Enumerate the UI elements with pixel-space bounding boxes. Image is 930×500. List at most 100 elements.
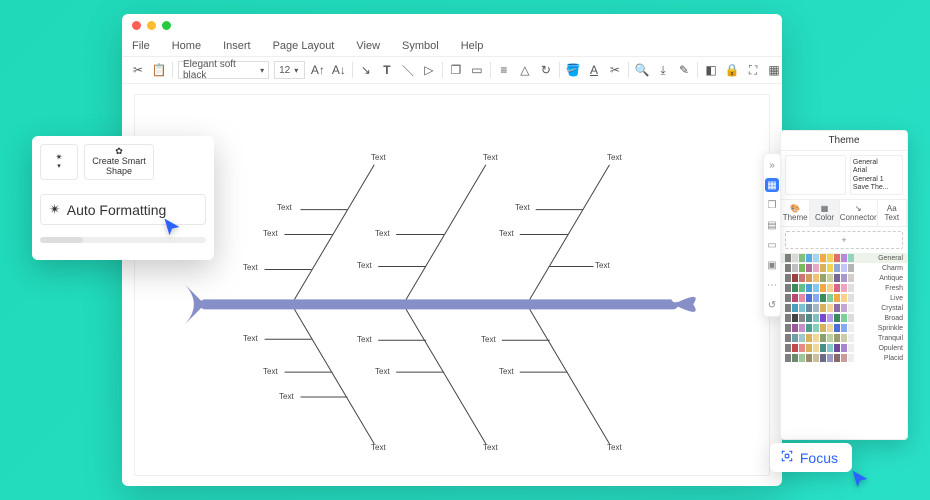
palette-row[interactable]: Sprinkle bbox=[781, 323, 907, 333]
lock-icon[interactable]: 🔒 bbox=[724, 62, 740, 79]
pen-icon[interactable]: ✎ bbox=[676, 62, 692, 79]
swatch bbox=[834, 254, 840, 262]
decrease-font-icon[interactable]: A↓ bbox=[331, 62, 347, 79]
swatch bbox=[785, 294, 791, 302]
palette-row[interactable]: Tranquil bbox=[781, 333, 907, 343]
increase-font-icon[interactable]: A↑ bbox=[310, 62, 326, 79]
menu-insert[interactable]: Insert bbox=[223, 40, 251, 52]
palette-row[interactable]: General bbox=[781, 253, 907, 263]
swatch bbox=[834, 294, 840, 302]
expand-icon[interactable]: ⛶ bbox=[745, 62, 761, 79]
swatch bbox=[806, 324, 812, 332]
text-tool-icon[interactable]: T bbox=[379, 62, 395, 79]
menu-view[interactable]: View bbox=[356, 40, 380, 52]
canvas[interactable]: Text Text Text Text Text Text Text Text … bbox=[134, 94, 770, 476]
swatch bbox=[799, 324, 805, 332]
side-tab-more[interactable]: ⋯ bbox=[765, 278, 779, 292]
side-tab-theme[interactable]: ▦ bbox=[765, 178, 779, 192]
tab-theme[interactable]: 🎨Theme bbox=[781, 199, 810, 227]
line-tool-icon[interactable]: ＼ bbox=[400, 62, 416, 79]
bone-label: Text bbox=[277, 203, 292, 212]
menu-symbol[interactable]: Symbol bbox=[402, 40, 439, 52]
palette-label: Live bbox=[890, 295, 903, 302]
bone-label: Text bbox=[499, 229, 514, 238]
paste-icon[interactable]: 📋 bbox=[151, 62, 167, 79]
side-tab-comments[interactable]: ▭ bbox=[765, 238, 779, 252]
zoom-icon[interactable]: 🔍 bbox=[634, 62, 650, 79]
tab-text[interactable]: AaText bbox=[878, 199, 907, 227]
menu-help[interactable]: Help bbox=[461, 40, 484, 52]
add-theme-button[interactable]: + bbox=[785, 231, 903, 249]
side-tab-layers[interactable]: ❐ bbox=[765, 198, 779, 212]
export-icon[interactable]: ⤓ bbox=[655, 62, 671, 79]
focus-mode-button[interactable]: Focus bbox=[770, 443, 852, 472]
menu-home[interactable]: Home bbox=[172, 40, 201, 52]
distribute-icon[interactable]: △ bbox=[517, 62, 533, 79]
palette-list: GeneralCharmAntiqueFresh LiveCrystal Broad… bbox=[781, 253, 907, 439]
tab-connector[interactable]: ↘Connector bbox=[840, 199, 878, 227]
rotate-icon[interactable]: ↻ bbox=[538, 62, 554, 79]
swatch bbox=[827, 264, 833, 272]
font-color-icon[interactable]: A bbox=[586, 62, 602, 79]
swatch bbox=[785, 284, 791, 292]
swatch bbox=[799, 344, 805, 352]
palette-row[interactable]: Placid bbox=[781, 353, 907, 363]
swatch bbox=[848, 254, 854, 262]
preview-meta: General bbox=[853, 159, 900, 166]
swatch bbox=[848, 294, 854, 302]
fill-icon[interactable]: 🪣 bbox=[565, 62, 581, 79]
palette-row[interactable]: Opulent bbox=[781, 343, 907, 353]
swatch bbox=[848, 314, 854, 322]
theme-preview-thumbnail[interactable] bbox=[785, 155, 846, 195]
window-close-button[interactable] bbox=[132, 21, 141, 30]
swatch bbox=[848, 304, 854, 312]
palette-row[interactable]: Fresh bbox=[781, 283, 907, 293]
theme-preview-row: General Arial General 1 Save The... bbox=[781, 151, 907, 199]
menu-file[interactable]: File bbox=[132, 40, 150, 52]
swatch bbox=[792, 254, 798, 262]
create-smart-shape-button[interactable]: ✿ Create Smart Shape bbox=[84, 144, 154, 180]
window-minimize-button[interactable] bbox=[147, 21, 156, 30]
swatch bbox=[834, 304, 840, 312]
layer-icon[interactable]: ❐ bbox=[448, 62, 464, 79]
palette-row[interactable]: Antique bbox=[781, 273, 907, 283]
align-icon[interactable]: ≡ bbox=[496, 62, 512, 79]
window-maximize-button[interactable] bbox=[162, 21, 171, 30]
shape-icon[interactable]: ▭ bbox=[469, 62, 485, 79]
swatch bbox=[785, 254, 791, 262]
grid-icon[interactable]: ▦ bbox=[766, 62, 782, 79]
font-size-select[interactable]: 12 bbox=[274, 61, 305, 79]
crop-icon[interactable]: ✂ bbox=[607, 62, 623, 79]
connector-icon[interactable]: ↘ bbox=[358, 62, 374, 79]
palette-row[interactable]: Live bbox=[781, 293, 907, 303]
swatch bbox=[792, 274, 798, 282]
tab-color[interactable]: ▦Color bbox=[810, 199, 839, 227]
palette-label: General bbox=[878, 255, 903, 262]
panel-title: Theme bbox=[781, 131, 907, 151]
scissors-icon[interactable]: ✂ bbox=[130, 62, 146, 79]
swatch bbox=[841, 334, 847, 342]
swatch bbox=[834, 314, 840, 322]
menu-page-layout[interactable]: Page Layout bbox=[273, 40, 335, 52]
pointer-icon[interactable]: ▷ bbox=[421, 62, 437, 79]
more1-icon[interactable]: ◧ bbox=[703, 62, 719, 79]
palette-row[interactable]: Charm bbox=[781, 263, 907, 273]
side-tab-shapes[interactable]: ▣ bbox=[765, 258, 779, 272]
swatch bbox=[848, 344, 854, 352]
palette-label: Opulent bbox=[878, 345, 903, 352]
swatch bbox=[806, 314, 812, 322]
side-tab-pages[interactable]: ▤ bbox=[765, 218, 779, 232]
titlebar bbox=[122, 14, 782, 36]
palette-row[interactable]: Crystal bbox=[781, 303, 907, 313]
side-tab-history[interactable]: ↺ bbox=[765, 298, 779, 312]
palette-label: Broad bbox=[884, 315, 903, 322]
magic-format-button[interactable]: ✴ ▾ bbox=[40, 144, 78, 180]
font-family-select[interactable]: Elegant soft black bbox=[178, 61, 269, 79]
palette-row[interactable]: Broad bbox=[781, 313, 907, 323]
swatch bbox=[806, 354, 812, 362]
swatch bbox=[799, 354, 805, 362]
panel-collapse-icon[interactable]: » bbox=[765, 158, 779, 172]
swatch bbox=[792, 284, 798, 292]
swatch bbox=[813, 274, 819, 282]
swatch bbox=[841, 344, 847, 352]
